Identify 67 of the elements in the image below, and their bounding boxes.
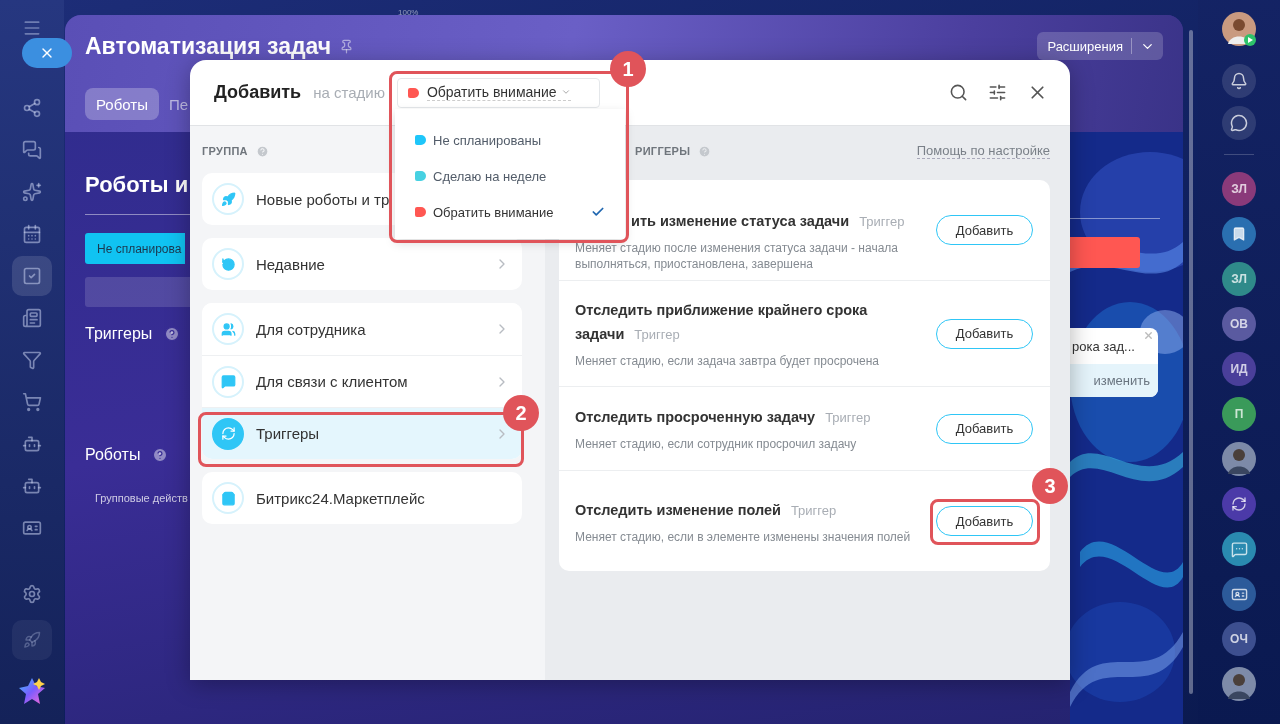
trigger-description: Меняет стадию, если в элементе изменены значения полей bbox=[575, 528, 912, 545]
user-avatar[interactable] bbox=[1222, 12, 1256, 46]
contact-avatar[interactable]: ЗЛ bbox=[1222, 172, 1256, 206]
help-icon[interactable] bbox=[164, 326, 181, 342]
section-title: Роботы и bbox=[85, 171, 190, 199]
group-header: ГРУППА bbox=[202, 145, 248, 157]
close-button[interactable] bbox=[22, 38, 72, 68]
group-icon bbox=[212, 248, 244, 280]
messages-icon[interactable] bbox=[1222, 532, 1256, 566]
group-label: Новые роботы и тр bbox=[256, 190, 390, 208]
group-label: Битрикс24.Маркетплейс bbox=[256, 489, 425, 507]
group-icon bbox=[212, 417, 244, 450]
help-link[interactable]: Помощь по настройке bbox=[916, 143, 1050, 159]
add-button[interactable]: Добавить bbox=[936, 215, 1033, 245]
add-button[interactable]: Добавить bbox=[936, 506, 1033, 536]
stage-label: на стадию bbox=[313, 84, 385, 101]
group-icon bbox=[212, 365, 244, 398]
bookmark-icon[interactable] bbox=[1222, 217, 1256, 251]
contact-card-icon[interactable] bbox=[1222, 577, 1256, 611]
dialog-title: Добавить bbox=[214, 82, 302, 103]
contact-avatar[interactable]: ОВ bbox=[1222, 307, 1256, 341]
search-icon[interactable] bbox=[949, 83, 968, 102]
caret-icon bbox=[560, 87, 571, 97]
trigger-title: Отследить приближение крайнего срока задачи Триггер bbox=[575, 301, 869, 344]
rocket-icon[interactable] bbox=[12, 620, 52, 660]
add-button[interactable]: Добавить bbox=[936, 413, 1033, 444]
pin-icon[interactable] bbox=[339, 38, 355, 54]
contact-avatar[interactable] bbox=[1222, 442, 1256, 476]
extensions-button[interactable]: Расширения bbox=[1037, 32, 1163, 60]
group-label: Для сотрудника bbox=[256, 320, 366, 338]
robots-heading: Роботы bbox=[85, 446, 141, 464]
contact-avatar[interactable] bbox=[1222, 667, 1256, 701]
menu-icon[interactable] bbox=[22, 18, 42, 38]
group-icon bbox=[212, 313, 244, 345]
sidebar-icon[interactable] bbox=[12, 256, 52, 296]
trigger-title: ить изменение статуса задачи Триггер bbox=[631, 211, 905, 231]
contact-avatar[interactable]: ОЧ bbox=[1222, 622, 1256, 656]
notification-text: рока зад... bbox=[1072, 338, 1135, 354]
group-label: Недавние bbox=[256, 255, 325, 273]
triggers-header: РИГГЕРЫ bbox=[635, 145, 691, 157]
group-label: Триггеры bbox=[256, 425, 320, 442]
stage-button[interactable]: Не спланирова bbox=[85, 233, 186, 264]
zoom-level: 100% bbox=[398, 8, 419, 17]
tab[interactable]: Роботы bbox=[85, 88, 159, 120]
check-icon bbox=[591, 205, 605, 219]
trigger-title: Отследить изменение полей Триггер bbox=[575, 500, 837, 520]
triggers-heading: Триггеры bbox=[85, 325, 153, 343]
group-actions-text: Групповые действ bbox=[95, 492, 189, 504]
add-button[interactable]: Добавить bbox=[936, 318, 1033, 349]
trigger-description: Меняет стадию, если задача завтра будет просрочена bbox=[575, 353, 880, 369]
group-icon bbox=[212, 183, 244, 215]
chat-icon[interactable] bbox=[1222, 106, 1256, 140]
contact-avatar[interactable]: ИД bbox=[1222, 352, 1256, 386]
stage-bar bbox=[1070, 237, 1140, 268]
page-title: Автоматизация задач bbox=[85, 32, 332, 60]
stage-select[interactable]: Обратить внимание bbox=[396, 77, 600, 108]
trigger-description: Меняет стадию после изменения статуса задачи - начала выполняться, приостановлена, завершена bbox=[575, 239, 899, 272]
stage-option[interactable]: Не спланированы bbox=[395, 122, 625, 158]
group-icon bbox=[212, 482, 244, 514]
trigger-description: Меняет стадию, если сотрудник просрочил задачу bbox=[575, 436, 858, 452]
filter-settings-icon[interactable] bbox=[988, 83, 1007, 102]
group-label: Для связи с клиентом bbox=[256, 373, 408, 390]
star-logo-icon[interactable] bbox=[17, 676, 47, 706]
copilot-icon[interactable] bbox=[1222, 487, 1256, 521]
trigger-title: Отследить просроченную задачу Триггер bbox=[575, 408, 871, 427]
help-icon[interactable] bbox=[152, 447, 169, 463]
bell-icon[interactable] bbox=[1222, 64, 1256, 98]
